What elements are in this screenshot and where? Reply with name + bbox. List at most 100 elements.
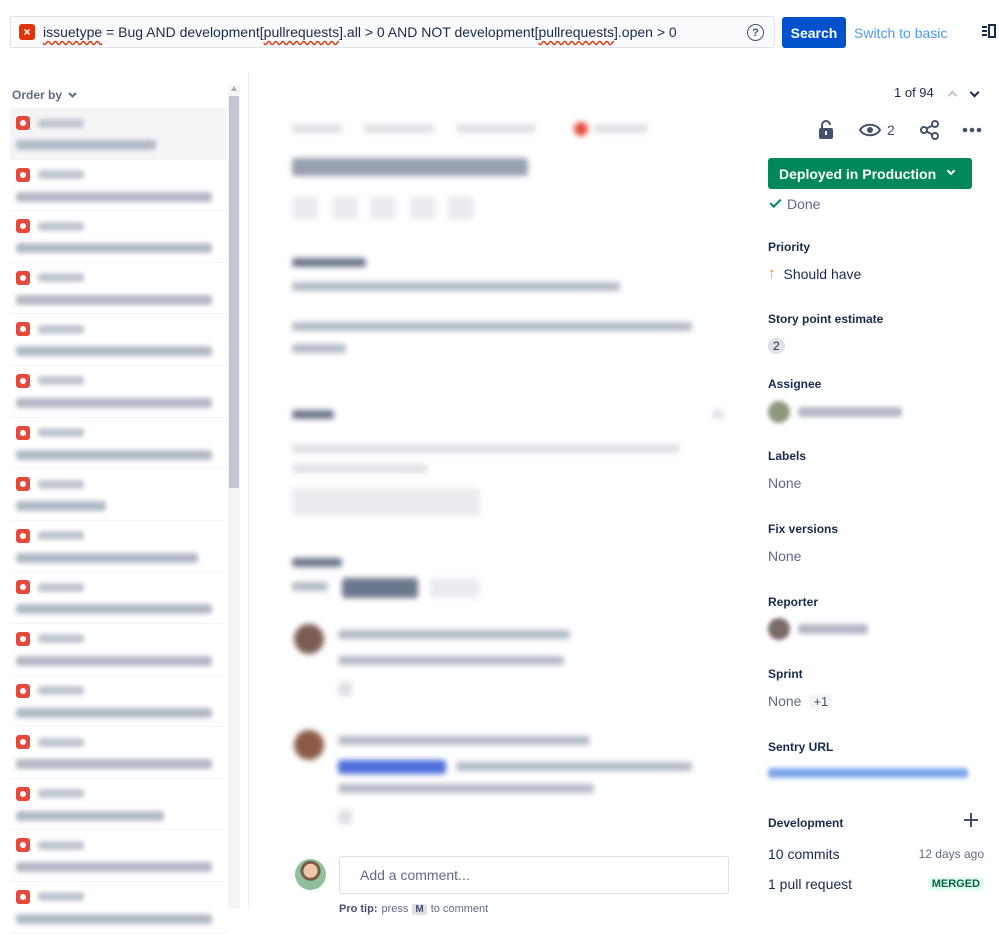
list-item[interactable]: [10, 108, 226, 160]
story-points-label: Story point estimate: [768, 312, 884, 326]
add-comment-input[interactable]: Add a comment...: [339, 856, 729, 894]
list-item[interactable]: [10, 366, 226, 418]
pull-requests-row[interactable]: 1 pull request MERGED: [768, 876, 986, 892]
chevron-down-icon: [68, 92, 77, 98]
issue-key-redacted: [38, 118, 84, 128]
assignee-label: Assignee: [768, 377, 822, 391]
bug-icon: [16, 373, 30, 388]
issue-summary-redacted: [16, 294, 212, 305]
priority-field[interactable]: ↑ Should have: [768, 265, 861, 282]
jql-token: ].all > 0 AND NOT development[: [339, 24, 539, 40]
list-item[interactable]: [10, 418, 226, 470]
priority-high-arrow-icon: ↑: [768, 265, 776, 282]
pager-count: 1 of 94: [894, 85, 934, 100]
list-item[interactable]: [10, 830, 226, 882]
fix-versions-label: Fix versions: [768, 522, 839, 536]
list-item[interactable]: [10, 211, 226, 263]
assignee-field[interactable]: [768, 401, 902, 423]
bug-icon: [16, 322, 30, 337]
lock-icon[interactable]: [818, 118, 834, 142]
resolution: Done: [769, 195, 820, 212]
issue-key-redacted: [38, 170, 84, 180]
list-item[interactable]: [10, 160, 226, 212]
list-item[interactable]: [10, 779, 226, 831]
watch-button[interactable]: 2: [859, 118, 895, 142]
issue-content: Add a comment... Pro tip: press M to com…: [260, 110, 740, 915]
jql-input[interactable]: × issuetype = Bug AND development[pullre…: [10, 16, 775, 48]
jql-query-text[interactable]: issuetype = Bug AND development[pullrequ…: [43, 24, 677, 40]
view-toggle-icon[interactable]: [982, 24, 996, 38]
panel-divider: [248, 72, 249, 909]
bug-icon: [16, 889, 30, 904]
bug-icon: [16, 838, 30, 853]
check-icon: [769, 195, 782, 209]
search-button[interactable]: Search: [782, 17, 846, 48]
eye-icon: [859, 123, 881, 137]
list-item[interactable]: [10, 727, 226, 779]
sprint-value: None: [768, 693, 802, 709]
list-item[interactable]: [10, 469, 226, 521]
add-development-icon[interactable]: [964, 813, 978, 827]
sprint-more-badge[interactable]: +1: [809, 693, 833, 709]
scrollbar-thumb[interactable]: [229, 96, 239, 488]
assignee-name-redacted: [798, 407, 902, 417]
jql-token: issuetype: [43, 24, 103, 40]
issue-summary-redacted: [16, 552, 198, 563]
list-item[interactable]: [10, 624, 226, 676]
development-label: Development: [768, 816, 844, 830]
issue-summary-redacted: [16, 707, 212, 718]
list-scrollbar[interactable]: [228, 84, 240, 909]
share-icon[interactable]: [920, 118, 940, 142]
commits-row[interactable]: 10 commits 12 days ago: [768, 846, 986, 862]
pull-requests-count[interactable]: 1 pull request: [768, 876, 852, 892]
bug-icon: [16, 683, 30, 698]
list-item[interactable]: [10, 314, 226, 366]
next-issue-icon[interactable]: [970, 89, 978, 97]
fix-versions-field[interactable]: None: [768, 548, 801, 564]
bug-icon: [16, 477, 30, 492]
labels-field[interactable]: None: [768, 475, 801, 491]
issue-actions: 2: [816, 118, 986, 142]
issue-summary-redacted: [16, 243, 212, 254]
sentry-url-redacted[interactable]: [768, 768, 968, 778]
status-button[interactable]: Deployed in Production: [768, 158, 972, 189]
help-icon[interactable]: ?: [747, 24, 764, 41]
issue-summary-redacted: [16, 346, 212, 357]
issue-key-redacted: [38, 840, 84, 850]
pr-status-badge: MERGED: [927, 877, 984, 891]
previous-issue-icon[interactable]: [948, 89, 956, 97]
jql-token: = Bug AND development[: [102, 24, 264, 40]
list-item[interactable]: [10, 572, 226, 624]
issue-summary-redacted: [16, 397, 212, 408]
labels-label: Labels: [768, 449, 807, 463]
bug-icon: [16, 528, 30, 543]
list-item[interactable]: [10, 521, 226, 573]
bug-icon: [16, 167, 30, 182]
comment-protip: Pro tip: press M to comment: [339, 903, 488, 915]
sentry-url-field[interactable]: [768, 768, 968, 778]
sentry-url-label: Sentry URL: [768, 740, 834, 754]
story-points-field[interactable]: 2: [768, 338, 785, 354]
bug-icon: [16, 580, 30, 595]
order-by-button[interactable]: Order by: [12, 88, 77, 102]
issue-key-redacted: [38, 582, 84, 592]
issue-summary-redacted: [16, 913, 212, 924]
switch-to-basic-link[interactable]: Switch to basic: [854, 25, 947, 41]
order-by-label: Order by: [12, 88, 63, 102]
list-item[interactable]: [10, 676, 226, 728]
priority-value: Should have: [783, 265, 862, 282]
reporter-label: Reporter: [768, 595, 819, 609]
list-item[interactable]: [10, 263, 226, 315]
reporter-field[interactable]: [768, 618, 868, 640]
assignee-avatar: [768, 401, 790, 423]
protip-press: press: [381, 903, 409, 915]
commits-count[interactable]: 10 commits: [768, 846, 840, 862]
sprint-label: Sprint: [768, 667, 803, 681]
issue-summary-redacted: [16, 655, 212, 666]
list-item[interactable]: [10, 882, 226, 934]
issue-key-redacted: [38, 789, 84, 799]
more-actions-icon[interactable]: [962, 118, 982, 142]
scroll-up-arrow-icon[interactable]: [231, 86, 237, 91]
issue-key-redacted: [38, 737, 84, 747]
sprint-field[interactable]: None +1: [768, 693, 833, 709]
